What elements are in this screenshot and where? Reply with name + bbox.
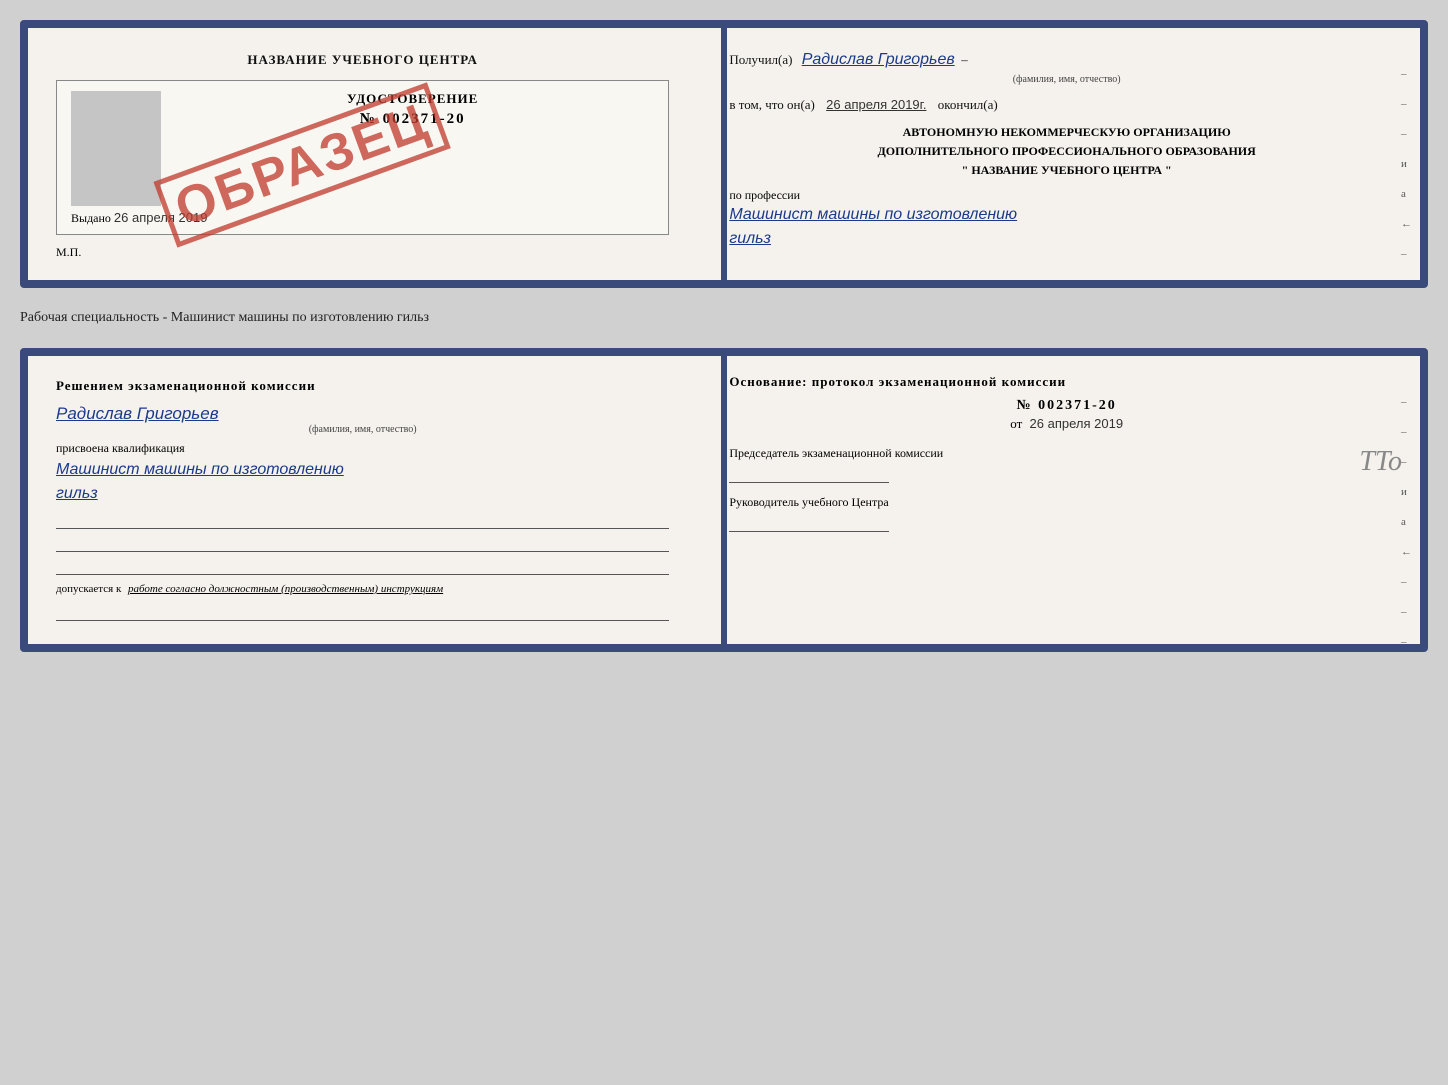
page-wrapper: НАЗВАНИЕ УЧЕБНОГО ЦЕНТРА УДОСТОВЕРЕНИЕ №… [20,20,1428,652]
cert-number: № 002371-20 [171,111,654,128]
qual-value: Машинист машины по изготовлению [56,458,669,482]
underline-row3 [56,557,669,575]
profession-block: по профессии Машинист машины по изготовл… [729,188,1404,251]
date-line: в том, что он(а) 26 апреля 2019г. окончи… [729,95,1404,115]
decision-title: Решением экзаменационной комиссии [56,378,669,394]
protocol-date-value: 26 апреля 2019 [1030,416,1124,431]
protocol-date: от 26 апреля 2019 [729,416,1404,432]
fio-label-top: (фамилия, имя, отчество) [729,72,1404,87]
protocol-number: № 002371-20 [729,398,1404,414]
head-label: Руководитель учебного Центра [729,495,1404,510]
bottom-left-panel: Решением экзаменационной комиссии Радисл… [28,356,697,644]
bottom-recipient-name: Радислав Григорьев [56,404,669,424]
profession-value: Машинист машины по изготовлению [729,203,1404,227]
tto-text: TTo [1359,446,1402,478]
org-block: АВТОНОМНУЮ НЕКОММЕРЧЕСКУЮ ОРГАНИЗАЦИЮ ДО… [729,123,1404,181]
bottom-fio-label: (фамилия, имя, отчество) [56,424,669,435]
top-left-panel: НАЗВАНИЕ УЧЕБНОГО ЦЕНТРА УДОСТОВЕРЕНИЕ №… [28,28,697,280]
top-left-title: НАЗВАНИЕ УЧЕБНОГО ЦЕНТРА [56,52,669,68]
date-prefix: от [1010,416,1022,431]
underline-row1 [56,511,669,529]
chairman-block: Председатель экзаменационной комиссии [729,446,1404,483]
between-label: Рабочая специальность - Машинист машины … [20,306,1428,330]
side-dashes-bottom: – – – и а ← – – – [1401,396,1412,648]
recipient-line: Получил(а) Радислав Григорьев – (фамилия… [729,48,1404,87]
recipient-name: Радислав Григорьев [802,51,955,68]
допуск-prefix: допускается к [56,583,121,595]
bottom-name-block: Радислав Григорьев (фамилия, имя, отчест… [56,404,669,435]
profession-value2: гильз [729,227,1404,251]
issued-label: Выдано [71,211,111,225]
top-certificate-card: НАЗВАНИЕ УЧЕБНОГО ЦЕНТРА УДОСТОВЕРЕНИЕ №… [20,20,1428,288]
bottom-right-panel: Основание: протокол экзаменационной коми… [697,356,1420,644]
underline-row2 [56,534,669,552]
date-value: 26 апреля 2019г. [826,97,926,112]
side-dashes-top: – – – и а ← – – – [1401,68,1412,288]
cert-box: УДОСТОВЕРЕНИЕ № 002371-20 Выдано 26 апре… [56,80,669,235]
org-line3: " НАЗВАНИЕ УЧЕБНОГО ЦЕНТРА " [729,161,1404,180]
head-sig-line [729,514,889,532]
photo-placeholder [71,91,161,206]
issued-date: 26 апреля 2019 [114,210,208,225]
head-block: Руководитель учебного Центра [729,495,1404,532]
received-label: Получил(а) [729,52,792,67]
chairman-sig-line [729,465,889,483]
org-line2: ДОПОЛНИТЕЛЬНОГО ПРОФЕССИОНАЛЬНОГО ОБРАЗО… [729,142,1404,161]
profession-label: по профессии [729,188,1404,203]
assigned-line: присвоена квалификация [56,441,669,456]
underline-row4 [56,603,669,621]
osnov-title: Основание: протокол экзаменационной коми… [729,374,1404,390]
mp-label: М.П. [56,245,669,260]
date-label: в том, что он(а) [729,97,815,112]
qualification-block: Машинист машины по изготовлению гильз [56,458,669,506]
org-line1: АВТОНОМНУЮ НЕКОММЕРЧЕСКУЮ ОРГАНИЗАЦИЮ [729,123,1404,142]
допуск-block: допускается к работе согласно должностны… [56,581,669,598]
bottom-certificate-card: Решением экзаменационной комиссии Радисл… [20,348,1428,652]
допуск-italic: работе согласно должностным (производств… [128,583,443,595]
qual-value2: гильз [56,482,669,506]
top-right-panel: Получил(а) Радислав Григорьев – (фамилия… [697,28,1420,280]
finished-label: окончил(а) [938,97,998,112]
chairman-label: Председатель экзаменационной комиссии [729,446,1404,461]
cert-title: УДОСТОВЕРЕНИЕ [171,91,654,107]
